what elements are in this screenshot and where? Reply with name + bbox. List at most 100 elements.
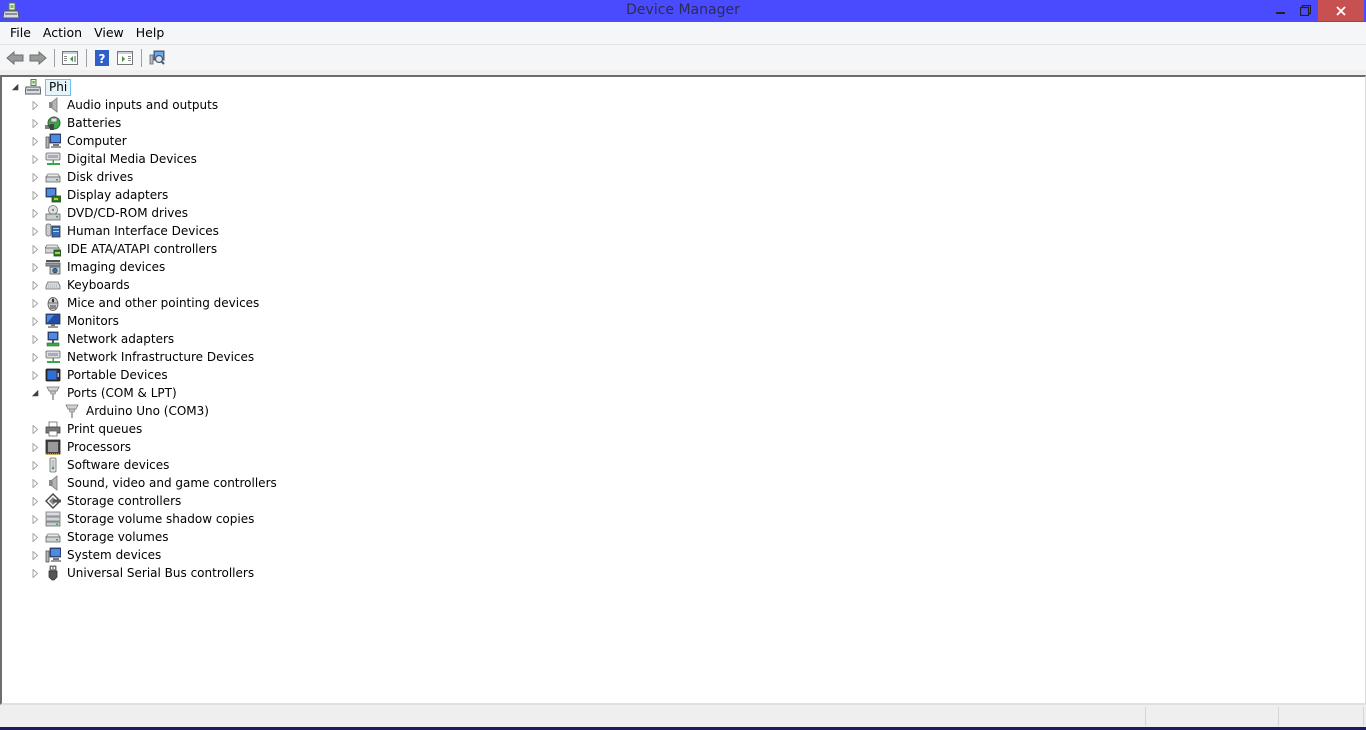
tree-node-label[interactable]: Mice and other pointing devices bbox=[65, 295, 261, 312]
menu-file[interactable]: File bbox=[4, 23, 37, 43]
expand-arrow-icon[interactable] bbox=[30, 150, 40, 168]
tree-node-label[interactable]: Imaging devices bbox=[65, 259, 167, 276]
expand-arrow-icon[interactable] bbox=[30, 438, 40, 456]
tree-node-label[interactable]: Batteries bbox=[65, 115, 123, 132]
tree-node-label[interactable]: Portable Devices bbox=[65, 367, 170, 384]
tree-node-label[interactable]: Computer bbox=[65, 133, 129, 150]
expand-arrow-icon[interactable] bbox=[30, 240, 40, 258]
tree-node-label[interactable]: Print queues bbox=[65, 421, 144, 438]
forward-button[interactable] bbox=[27, 47, 49, 69]
help-button[interactable]: ? bbox=[91, 47, 113, 69]
tree-category-node[interactable]: Sound, video and game controllers bbox=[30, 474, 279, 492]
tree-category-node[interactable]: Display adapters bbox=[30, 186, 170, 204]
expand-arrow-icon[interactable] bbox=[30, 348, 40, 366]
expand-arrow-icon[interactable] bbox=[30, 204, 40, 222]
tree-category-node[interactable]: Software devices bbox=[30, 456, 171, 474]
tree-node-label[interactable]: Monitors bbox=[65, 313, 121, 330]
expand-arrow-icon[interactable] bbox=[30, 186, 40, 204]
expand-arrow-icon[interactable] bbox=[30, 474, 40, 492]
tree-category-node[interactable]: Disk drives bbox=[30, 168, 135, 186]
collapse-arrow-icon[interactable] bbox=[10, 78, 20, 96]
expand-arrow-icon[interactable] bbox=[30, 366, 40, 384]
tree-device-node[interactable]: Arduino Uno (COM3) bbox=[49, 402, 211, 420]
collapse-arrow-icon[interactable] bbox=[30, 384, 40, 402]
expand-arrow-icon[interactable] bbox=[30, 132, 40, 150]
tree-category-node[interactable]: IDE ATA/ATAPI controllers bbox=[30, 240, 219, 258]
expand-arrow-icon[interactable] bbox=[30, 546, 40, 564]
tree-node-label[interactable]: Ports (COM & LPT) bbox=[65, 385, 179, 402]
title-bar[interactable]: Device Manager bbox=[0, 0, 1366, 22]
port-icon bbox=[64, 403, 80, 419]
show-hide-action-pane-button[interactable] bbox=[114, 47, 136, 69]
tree-node-label[interactable]: Storage volumes bbox=[65, 529, 170, 546]
expand-arrow-icon[interactable] bbox=[30, 168, 40, 186]
tree-category-node[interactable]: Storage volume shadow copies bbox=[30, 510, 256, 528]
menu-help[interactable]: Help bbox=[130, 23, 171, 43]
menu-view[interactable]: View bbox=[88, 23, 130, 43]
minimize-button[interactable] bbox=[1268, 0, 1294, 21]
tree-category-node[interactable]: Ports (COM & LPT) bbox=[30, 384, 179, 402]
back-button[interactable] bbox=[4, 47, 26, 69]
tree-node-label[interactable]: IDE ATA/ATAPI controllers bbox=[65, 241, 219, 258]
tree-category-node[interactable]: DVD/CD-ROM drives bbox=[30, 204, 190, 222]
tree-category-node[interactable]: Portable Devices bbox=[30, 366, 170, 384]
tree-category-node[interactable]: Print queues bbox=[30, 420, 144, 438]
expand-arrow-icon[interactable] bbox=[30, 312, 40, 330]
tree-node-label[interactable]: Storage volume shadow copies bbox=[65, 511, 256, 528]
tree-category-node[interactable]: Computer bbox=[30, 132, 129, 150]
expand-arrow-icon[interactable] bbox=[30, 528, 40, 546]
expand-arrow-icon[interactable] bbox=[30, 330, 40, 348]
show-hide-console-tree-button[interactable] bbox=[59, 47, 81, 69]
tree-node-label[interactable]: Network Infrastructure Devices bbox=[65, 349, 256, 366]
expand-arrow-icon[interactable] bbox=[30, 456, 40, 474]
tree-category-node[interactable]: Processors bbox=[30, 438, 133, 456]
tree-node-label[interactable]: Digital Media Devices bbox=[65, 151, 199, 168]
tree-category-node[interactable]: Digital Media Devices bbox=[30, 150, 199, 168]
tree-category-node[interactable]: Batteries bbox=[30, 114, 123, 132]
tree-category-node[interactable]: Mice and other pointing devices bbox=[30, 294, 261, 312]
tree-node-label[interactable]: System devices bbox=[65, 547, 163, 564]
dvd-drive-icon bbox=[45, 205, 61, 221]
tree-root-node[interactable]: Phi bbox=[10, 78, 72, 96]
tree-category-node[interactable]: Audio inputs and outputs bbox=[30, 96, 220, 114]
tree-node-label[interactable]: DVD/CD-ROM drives bbox=[65, 205, 190, 222]
expand-arrow-icon[interactable] bbox=[30, 510, 40, 528]
tree-node-label[interactable]: Sound, video and game controllers bbox=[65, 475, 279, 492]
restore-button[interactable] bbox=[1292, 0, 1318, 21]
expand-arrow-icon[interactable] bbox=[30, 96, 40, 114]
tree-category-node[interactable]: Keyboards bbox=[30, 276, 132, 294]
tree-node-label[interactable]: Keyboards bbox=[65, 277, 132, 294]
tree-node-label[interactable]: Processors bbox=[65, 439, 133, 456]
tree-category-node[interactable]: Human Interface Devices bbox=[30, 222, 221, 240]
tree-category-node[interactable]: Storage volumes bbox=[30, 528, 170, 546]
expand-arrow-icon[interactable] bbox=[30, 222, 40, 240]
expand-arrow-icon[interactable] bbox=[30, 492, 40, 510]
tree-node-label[interactable]: Disk drives bbox=[65, 169, 135, 186]
tree-node-label[interactable]: Software devices bbox=[65, 457, 171, 474]
expand-arrow-icon[interactable] bbox=[30, 564, 40, 582]
tree-category-node[interactable]: Network adapters bbox=[30, 330, 176, 348]
tree-category-node[interactable]: Storage controllers bbox=[30, 492, 183, 510]
expand-arrow-icon[interactable] bbox=[30, 258, 40, 276]
tree-node-label[interactable]: Storage controllers bbox=[65, 493, 183, 510]
tree-category-node[interactable]: System devices bbox=[30, 546, 163, 564]
tree-node-label[interactable]: Network adapters bbox=[65, 331, 176, 348]
menu-action[interactable]: Action bbox=[37, 23, 88, 43]
tree-node-label[interactable]: Arduino Uno (COM3) bbox=[84, 403, 211, 420]
tree-category-node[interactable]: Imaging devices bbox=[30, 258, 167, 276]
tree-node-label[interactable]: Human Interface Devices bbox=[65, 223, 221, 240]
tree-node-label[interactable]: Display adapters bbox=[65, 187, 170, 204]
expand-arrow-icon[interactable] bbox=[30, 294, 40, 312]
tree-node-label[interactable]: Universal Serial Bus controllers bbox=[65, 565, 256, 582]
tree-category-node[interactable]: Network Infrastructure Devices bbox=[30, 348, 256, 366]
tree-category-node[interactable]: Universal Serial Bus controllers bbox=[30, 564, 256, 582]
close-button[interactable] bbox=[1318, 0, 1364, 21]
expand-arrow-icon[interactable] bbox=[30, 420, 40, 438]
root-node-label[interactable]: Phi bbox=[45, 78, 72, 96]
expand-arrow-icon[interactable] bbox=[30, 114, 40, 132]
tree-node-label[interactable]: Audio inputs and outputs bbox=[65, 97, 220, 114]
scan-hardware-changes-button[interactable] bbox=[146, 47, 168, 69]
expand-arrow-icon[interactable] bbox=[30, 276, 40, 294]
device-tree-panel[interactable]: Phi Audio inputs and outputs Batteries Comp… bbox=[0, 75, 1366, 705]
tree-category-node[interactable]: Monitors bbox=[30, 312, 121, 330]
